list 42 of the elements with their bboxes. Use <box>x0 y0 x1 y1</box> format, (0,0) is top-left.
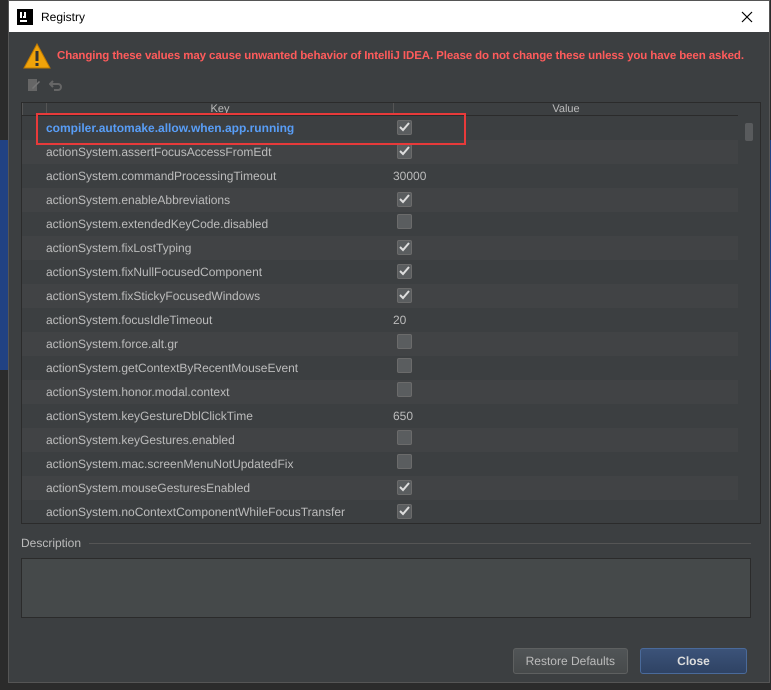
checkbox[interactable] <box>397 192 412 206</box>
warning-message: Changing these values may cause unwanted behavior of IntelliJ IDEA. Please do not change these unless you have been asked. <box>57 50 744 62</box>
registry-value: 650 <box>393 409 414 423</box>
registry-key: actionSystem.noContextComponentWhileFocusTransfer <box>22 505 393 519</box>
registry-key: actionSystem.mac.screenMenuNotUpdatedFix <box>22 457 393 471</box>
registry-value: 20 <box>393 313 408 327</box>
registry-key: actionSystem.keyGestureDblClickTime <box>22 409 393 423</box>
close-button[interactable]: Close <box>640 648 747 674</box>
checkbox[interactable] <box>397 382 412 397</box>
checkbox[interactable] <box>397 214 412 229</box>
checkbox[interactable] <box>397 240 412 254</box>
registry-key: actionSystem.commandProcessingTimeout <box>22 169 393 183</box>
registry-key: actionSystem.force.alt.gr <box>22 337 393 351</box>
app-logo-icon <box>17 8 33 24</box>
window-title: Registry <box>41 10 86 24</box>
warning-icon <box>23 43 51 69</box>
registry-key: actionSystem.fixStickyFocusedWindows <box>22 289 393 303</box>
checkbox[interactable] <box>397 504 412 518</box>
registry-key: actionSystem.focusIdleTimeout <box>22 313 393 327</box>
registry-key: actionSystem.fixLostTyping <box>22 241 393 255</box>
registry-key: actionSystem.fixNullFocusedComponent <box>22 265 393 279</box>
restore-defaults-button[interactable]: Restore Defaults <box>512 648 628 674</box>
checkbox[interactable] <box>397 454 412 469</box>
checkbox[interactable] <box>397 480 412 494</box>
registry-key: actionSystem.enableAbbreviations <box>22 193 393 207</box>
checkbox[interactable] <box>397 264 412 278</box>
checkbox[interactable] <box>397 430 412 445</box>
registry-key: actionSystem.extendedKeyCode.disabled <box>22 217 393 231</box>
registry-value: 30000 <box>393 169 428 183</box>
column-header[interactable]: Key <box>46 103 393 115</box>
registry-key: actionSystem.mouseGesturesEnabled <box>22 481 393 495</box>
registry-key: actionSystem.keyGestures.enabled <box>22 433 393 447</box>
description-label: Description <box>21 536 82 550</box>
registry-key: actionSystem.getContextByRecentMouseEvent <box>22 361 393 375</box>
edit-icon[interactable] <box>27 78 41 92</box>
checkbox[interactable] <box>397 358 412 373</box>
registry-key: actionSystem.assertFocusAccessFromEdt <box>22 145 393 159</box>
checkbox[interactable] <box>397 120 412 134</box>
registry-key: actionSystem.honor.modal.context <box>22 385 393 399</box>
checkbox[interactable] <box>397 334 412 349</box>
checkbox[interactable] <box>397 288 412 302</box>
registry-key: compiler.automake.allow.when.app.running <box>22 121 393 135</box>
